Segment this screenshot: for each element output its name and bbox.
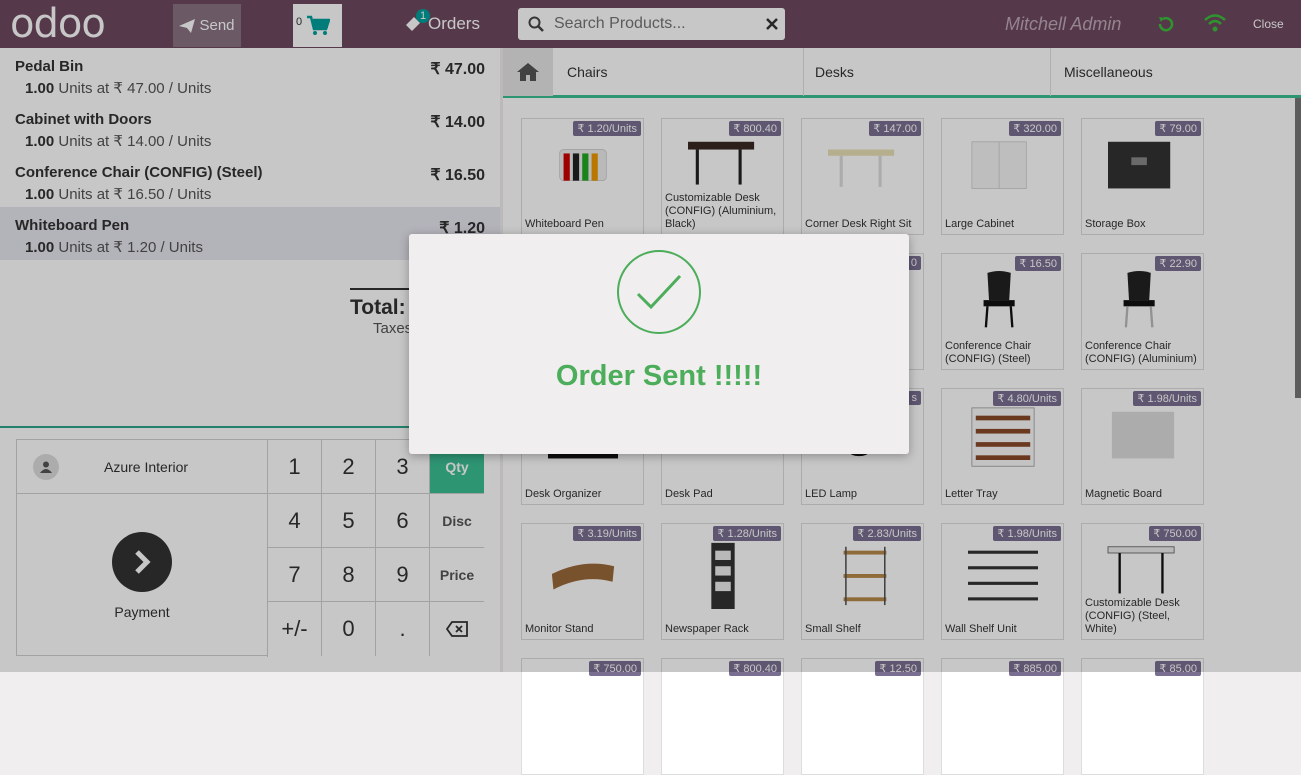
product-card[interactable]: ₹ 750.00 (521, 658, 644, 775)
product-card[interactable]: ₹ 885.00 (941, 658, 1064, 775)
product-card[interactable]: ₹ 85.00 (1081, 658, 1204, 775)
product-card[interactable]: ₹ 12.50 (801, 658, 924, 775)
product-card[interactable]: ₹ 800.40 (661, 658, 784, 775)
checkmark-icon (617, 250, 701, 334)
order-sent-dialog: Order Sent !!!!! (409, 234, 909, 454)
order-sent-message: Order Sent !!!!! (555, 360, 763, 392)
